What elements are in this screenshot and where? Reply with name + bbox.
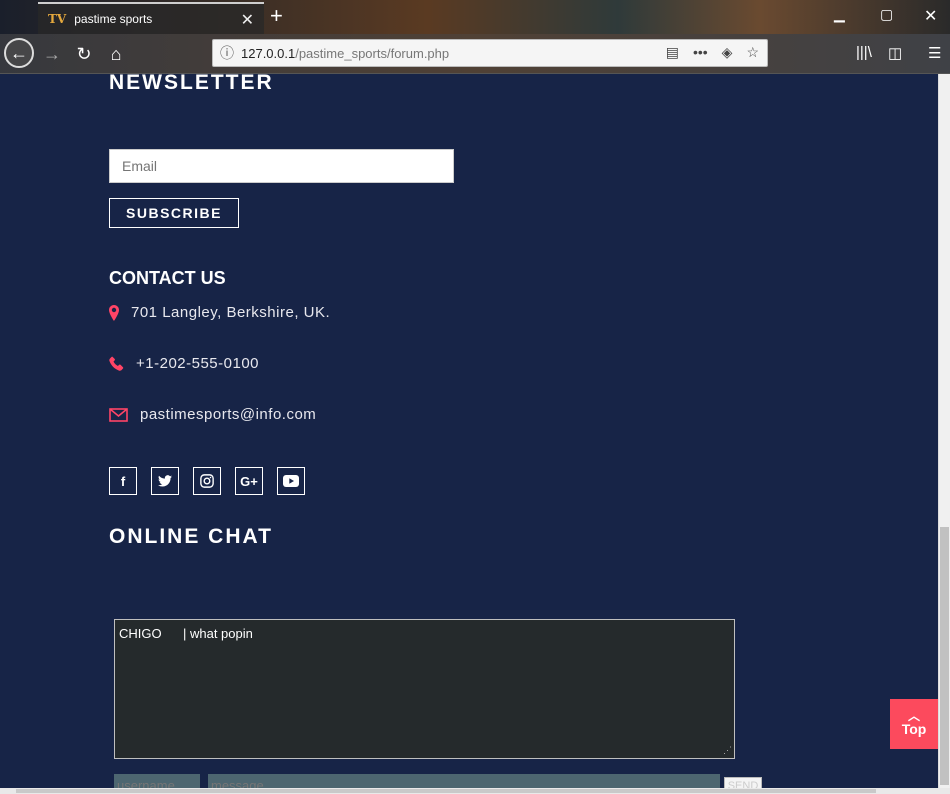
pocket-icon[interactable]: ◈ bbox=[722, 44, 733, 61]
map-pin-icon bbox=[109, 304, 119, 321]
site-favicon-icon: TV bbox=[48, 12, 67, 26]
contact-heading: CONTACT US bbox=[109, 268, 226, 288]
back-icon[interactable]: ← bbox=[4, 38, 34, 68]
url-bar[interactable]: ⓘ 127.0.0.1/pastime_sports/forum.php ▤ •… bbox=[212, 39, 768, 67]
forward-icon[interactable]: → bbox=[38, 40, 66, 68]
contact-email: pastimesports@info.com bbox=[109, 406, 316, 423]
social-links: f G+ bbox=[109, 467, 305, 495]
page-content: NEWSLETTER SUBSCRIBE CONTACT US 701 Lang… bbox=[0, 74, 938, 790]
resize-handle-icon[interactable]: ⋰ bbox=[723, 745, 732, 756]
subscribe-button[interactable]: SUBSCRIBE bbox=[109, 198, 239, 228]
more-actions-icon[interactable]: ••• bbox=[693, 44, 708, 61]
chat-message-text: | what popin bbox=[183, 626, 253, 641]
youtube-icon[interactable] bbox=[277, 467, 305, 495]
browser-tab-bar: TV pastime sports ✕ + ▁ ▢ ✕ bbox=[0, 0, 950, 34]
chat-log[interactable]: CHIGO | what popin ⋰ bbox=[114, 619, 735, 759]
newsletter-email-input[interactable] bbox=[109, 149, 454, 183]
tab-title: pastime sports bbox=[74, 12, 153, 26]
library-icon[interactable]: |||\ bbox=[856, 44, 872, 61]
phone-icon bbox=[109, 356, 124, 371]
contact-phone: +1-202-555-0100 bbox=[109, 355, 259, 372]
bookmark-star-icon[interactable]: ☆ bbox=[746, 44, 759, 61]
facebook-icon[interactable]: f bbox=[109, 467, 137, 495]
url-path: /pastime_sports/forum.php bbox=[295, 45, 450, 61]
vertical-scrollbar-thumb[interactable] bbox=[940, 527, 949, 785]
browser-tab[interactable]: TV pastime sports ✕ bbox=[38, 2, 264, 34]
email-text[interactable]: pastimesports@info.com bbox=[140, 406, 316, 423]
phone-text: +1-202-555-0100 bbox=[136, 355, 260, 372]
google-plus-icon[interactable]: G+ bbox=[235, 467, 263, 495]
chevron-up-icon: ︿ bbox=[907, 709, 920, 723]
contact-address: 701 Langley, Berkshire, UK. bbox=[109, 304, 330, 321]
horizontal-scrollbar-thumb[interactable] bbox=[16, 789, 876, 793]
chat-message-user: CHIGO bbox=[119, 626, 162, 641]
home-icon[interactable]: ⌂ bbox=[102, 40, 130, 68]
online-chat-heading: ONLINE CHAT bbox=[109, 525, 273, 548]
chat-message: CHIGO | what popin bbox=[119, 626, 730, 641]
envelope-icon bbox=[109, 407, 128, 422]
top-button-label: Top bbox=[901, 721, 927, 737]
newsletter-heading: NEWSLETTER bbox=[109, 74, 274, 94]
reader-view-icon[interactable]: ▤ bbox=[666, 44, 679, 61]
maximize-icon[interactable]: ▢ bbox=[880, 6, 893, 23]
twitter-icon[interactable] bbox=[151, 467, 179, 495]
reload-icon[interactable]: ↻ bbox=[70, 40, 98, 68]
scroll-to-top-button[interactable]: ︿ Top bbox=[890, 699, 938, 749]
site-info-icon[interactable]: ⓘ bbox=[213, 43, 241, 63]
menu-icon[interactable]: ☰ bbox=[928, 44, 941, 62]
url-host: 127.0.0.1 bbox=[241, 45, 296, 61]
browser-nav-bar: ← → ↻ ⌂ ⓘ 127.0.0.1/pastime_sports/forum… bbox=[0, 34, 950, 74]
new-tab-icon[interactable]: + bbox=[270, 4, 283, 28]
sidebar-icon[interactable]: ◫ bbox=[888, 44, 902, 62]
address-text: 701 Langley, Berkshire, UK. bbox=[131, 304, 331, 321]
minimize-icon[interactable]: ▁ bbox=[834, 6, 845, 23]
instagram-icon[interactable] bbox=[193, 467, 221, 495]
close-tab-icon[interactable]: ✕ bbox=[241, 10, 254, 30]
window-close-icon[interactable]: ✕ bbox=[924, 6, 937, 26]
